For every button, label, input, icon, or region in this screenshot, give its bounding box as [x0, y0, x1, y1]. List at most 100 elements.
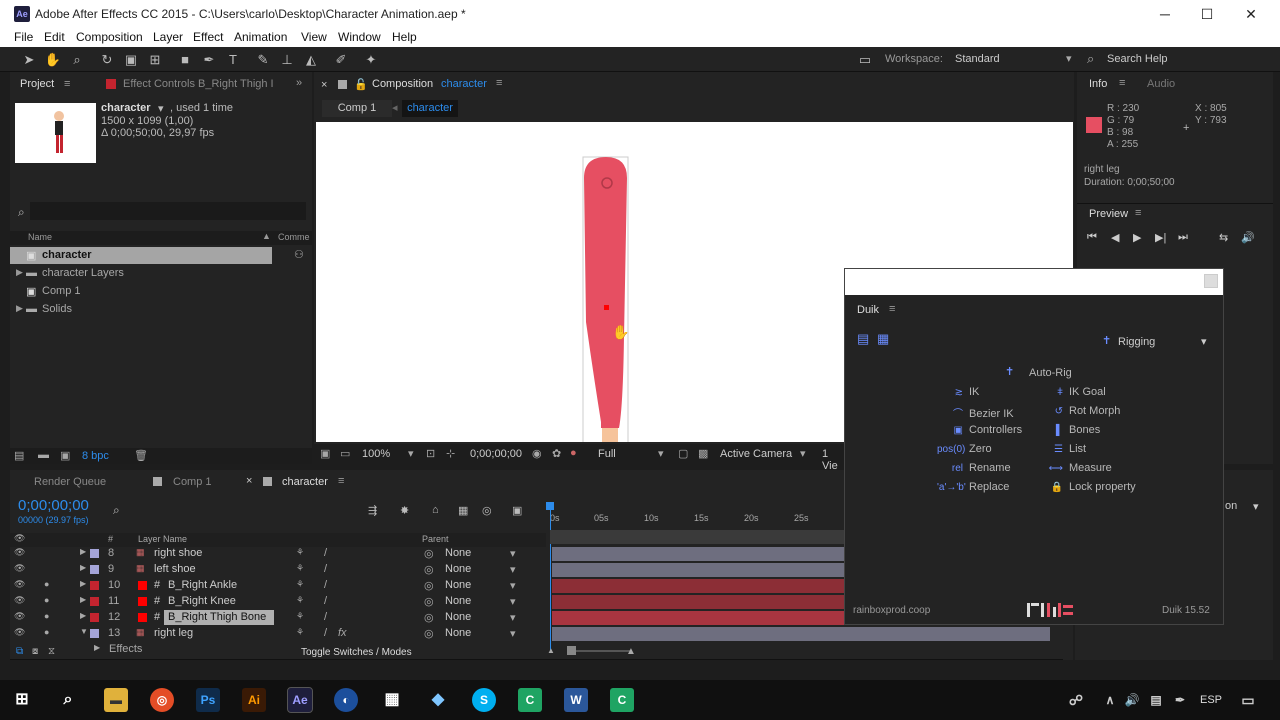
pick-whip-icon[interactable]: ◎ [424, 595, 434, 608]
interpret-footage-icon[interactable]: ▤ [14, 449, 24, 462]
effects-group-row[interactable]: ▶ Effects [10, 642, 853, 658]
audio-tab[interactable]: Audio [1147, 78, 1175, 90]
clone-stamp-tool-icon[interactable]: ⊥ [278, 51, 296, 68]
project-list-item[interactable]: Comp 1 [42, 285, 81, 297]
eye-icon[interactable]: 👁 [14, 579, 25, 590]
layer-label-color[interactable] [90, 581, 99, 590]
solo-icon[interactable]: ● [44, 627, 49, 637]
puppet-pin-tool-icon[interactable]: ✦ [362, 51, 380, 68]
col-layer-name[interactable]: Layer Name [138, 534, 187, 544]
effect-controls-tab[interactable]: Effect Controls B_Right Thigh I [123, 78, 274, 90]
solo-icon[interactable]: ● [44, 595, 49, 605]
chevron-down-icon[interactable]: ▾ [1253, 500, 1259, 513]
layer-duration-bar[interactable] [552, 579, 853, 593]
chevron-down-icon[interactable]: ▾ [510, 579, 516, 592]
parent-dropdown[interactable]: None [445, 595, 471, 607]
shy-icon[interactable]: ⌂ [432, 504, 439, 516]
previous-frame-icon[interactable]: ◀ [1111, 231, 1119, 244]
expand-arrow-icon[interactable]: ▶ [80, 579, 86, 588]
expand-timing-icon[interactable]: ⧖ [48, 646, 55, 657]
search-help-input[interactable]: Search Help [1107, 53, 1168, 65]
project-search-input[interactable] [30, 202, 306, 220]
quality-switch-icon[interactable]: / [324, 563, 327, 575]
chevron-down-icon[interactable]: ▾ [158, 102, 164, 115]
selection-tool-icon[interactable]: ➤ [20, 51, 38, 68]
shy-switch-icon[interactable]: ⚘ [296, 547, 304, 558]
chevron-down-icon[interactable]: ▾ [800, 447, 806, 460]
panel-menu-icon[interactable]: ≡ [496, 77, 502, 89]
views-dropdown[interactable]: 1 Vie [822, 448, 844, 472]
layer-row[interactable]: 👁 ● ▶ 12 # B_Right Thigh Bone ⚘ / ◎ None… [10, 610, 853, 626]
chevron-down-icon[interactable]: ▾ [1201, 335, 1207, 348]
show-snapshot-icon[interactable]: ✿ [552, 447, 561, 460]
layer-duration-bar[interactable] [552, 563, 853, 577]
layer-duration-bar[interactable] [552, 595, 853, 609]
shy-switch-icon[interactable]: ⚘ [296, 595, 304, 606]
duik-measure-button[interactable]: ⟷ Measure [1037, 462, 1112, 474]
duik-lock-property-button[interactable]: 🔒 Lock property [1037, 481, 1136, 493]
eye-icon[interactable]: 👁 [14, 563, 25, 574]
language-indicator[interactable]: ESP [1200, 694, 1222, 706]
expand-arrow-icon[interactable]: ▶ [80, 611, 86, 620]
motion-blur-icon[interactable]: ◎ [482, 504, 492, 517]
type-tool-icon[interactable]: T [224, 51, 242, 68]
search-icon[interactable]: ⌕ [56, 688, 80, 712]
eye-icon[interactable]: 👁 [14, 611, 25, 622]
transparency-grid-icon[interactable]: ▩ [698, 447, 708, 460]
zoom-out-icon[interactable]: ▲ [547, 646, 555, 655]
new-comp-icon[interactable]: ▣ [60, 449, 70, 462]
expand-layer-switches-icon[interactable]: ⧉ [16, 646, 23, 657]
zoom-tool-icon[interactable]: ⌕ [68, 51, 86, 68]
duik-controllers-button[interactable]: ▣ Controllers [937, 424, 1023, 436]
shy-switch-icon[interactable]: ⚘ [296, 579, 304, 590]
panel-menu-icon[interactable]: ≡ [1119, 77, 1125, 89]
people-icon[interactable]: ☍ [1064, 688, 1088, 712]
chevron-down-icon[interactable]: ▾ [510, 547, 516, 560]
shy-switch-icon[interactable]: ⚘ [296, 611, 304, 622]
windows-start-icon[interactable]: ⊞ [10, 688, 34, 712]
obs-icon[interactable]: ◐ [334, 688, 358, 712]
shy-switch-icon[interactable]: ⚘ [296, 563, 304, 574]
layer-name[interactable]: B_Right Knee [168, 595, 236, 607]
chevron-down-icon[interactable]: ▾ [510, 627, 516, 640]
roi-icon[interactable]: ▢ [678, 447, 688, 460]
fit-icon[interactable]: ⊡ [426, 447, 435, 460]
first-frame-icon[interactable]: ⏮ [1087, 231, 1097, 244]
close-tab-icon[interactable]: × [321, 79, 327, 91]
quality-switch-icon[interactable]: / [324, 595, 327, 607]
draft-3d-icon[interactable]: ✸ [400, 504, 409, 517]
after-effects-taskbar-icon[interactable]: Ae [287, 687, 313, 713]
layer-label-color[interactable] [90, 613, 99, 622]
expand-arrow-icon[interactable]: ▶ [80, 563, 86, 572]
panel-menu-icon[interactable]: ≡ [338, 475, 344, 487]
current-time[interactable]: 0;00;00;00 [470, 448, 522, 460]
rotate-tool-icon[interactable]: ↻ [98, 51, 116, 68]
menu-animation[interactable]: Animation [234, 30, 287, 44]
duik-rename-button[interactable]: rel Rename [937, 462, 1011, 474]
parent-dropdown[interactable]: None [445, 563, 471, 575]
documentation-icon[interactable]: ▤ [857, 331, 869, 347]
auto-rig-button[interactable]: Auto-Rig [1029, 367, 1072, 379]
panel-menu-icon[interactable]: ≡ [1135, 207, 1141, 219]
calculator-icon[interactable]: ▦ [380, 688, 404, 712]
character-tab[interactable]: character [282, 476, 328, 488]
rectangle-tool-icon[interactable]: ■ [176, 51, 194, 68]
time-ruler[interactable]: 0s 05s 10s 15s 20s 25s [550, 510, 853, 524]
chevron-down-icon[interactable]: ▾ [510, 563, 516, 576]
brush-tool-icon[interactable]: ✎ [254, 51, 272, 68]
menu-edit[interactable]: Edit [44, 30, 65, 44]
layer-row[interactable]: 👁 ▶ 9 ▦ left shoe ⚘ / ◎ None ▾ [10, 562, 853, 578]
duik-ik-goal-button[interactable]: ǂ IK Goal [1037, 386, 1106, 398]
menu-effect[interactable]: Effect [193, 30, 223, 44]
pan-behind-tool-icon[interactable]: ⊞ [146, 51, 164, 68]
eye-icon[interactable]: 👁 [14, 547, 25, 558]
skype-icon[interactable]: S [472, 688, 496, 712]
solo-icon[interactable]: ● [44, 579, 49, 589]
layer-name[interactable]: B_Right Thigh Bone [168, 611, 266, 623]
camera-tool-icon[interactable]: ▣ [122, 51, 140, 68]
menu-layer[interactable]: Layer [153, 30, 183, 44]
parent-dropdown[interactable]: None [445, 611, 471, 623]
camtasia-icon[interactable]: C [518, 688, 542, 712]
layer-duration-bar[interactable] [552, 547, 853, 561]
word-icon[interactable]: W [564, 688, 588, 712]
